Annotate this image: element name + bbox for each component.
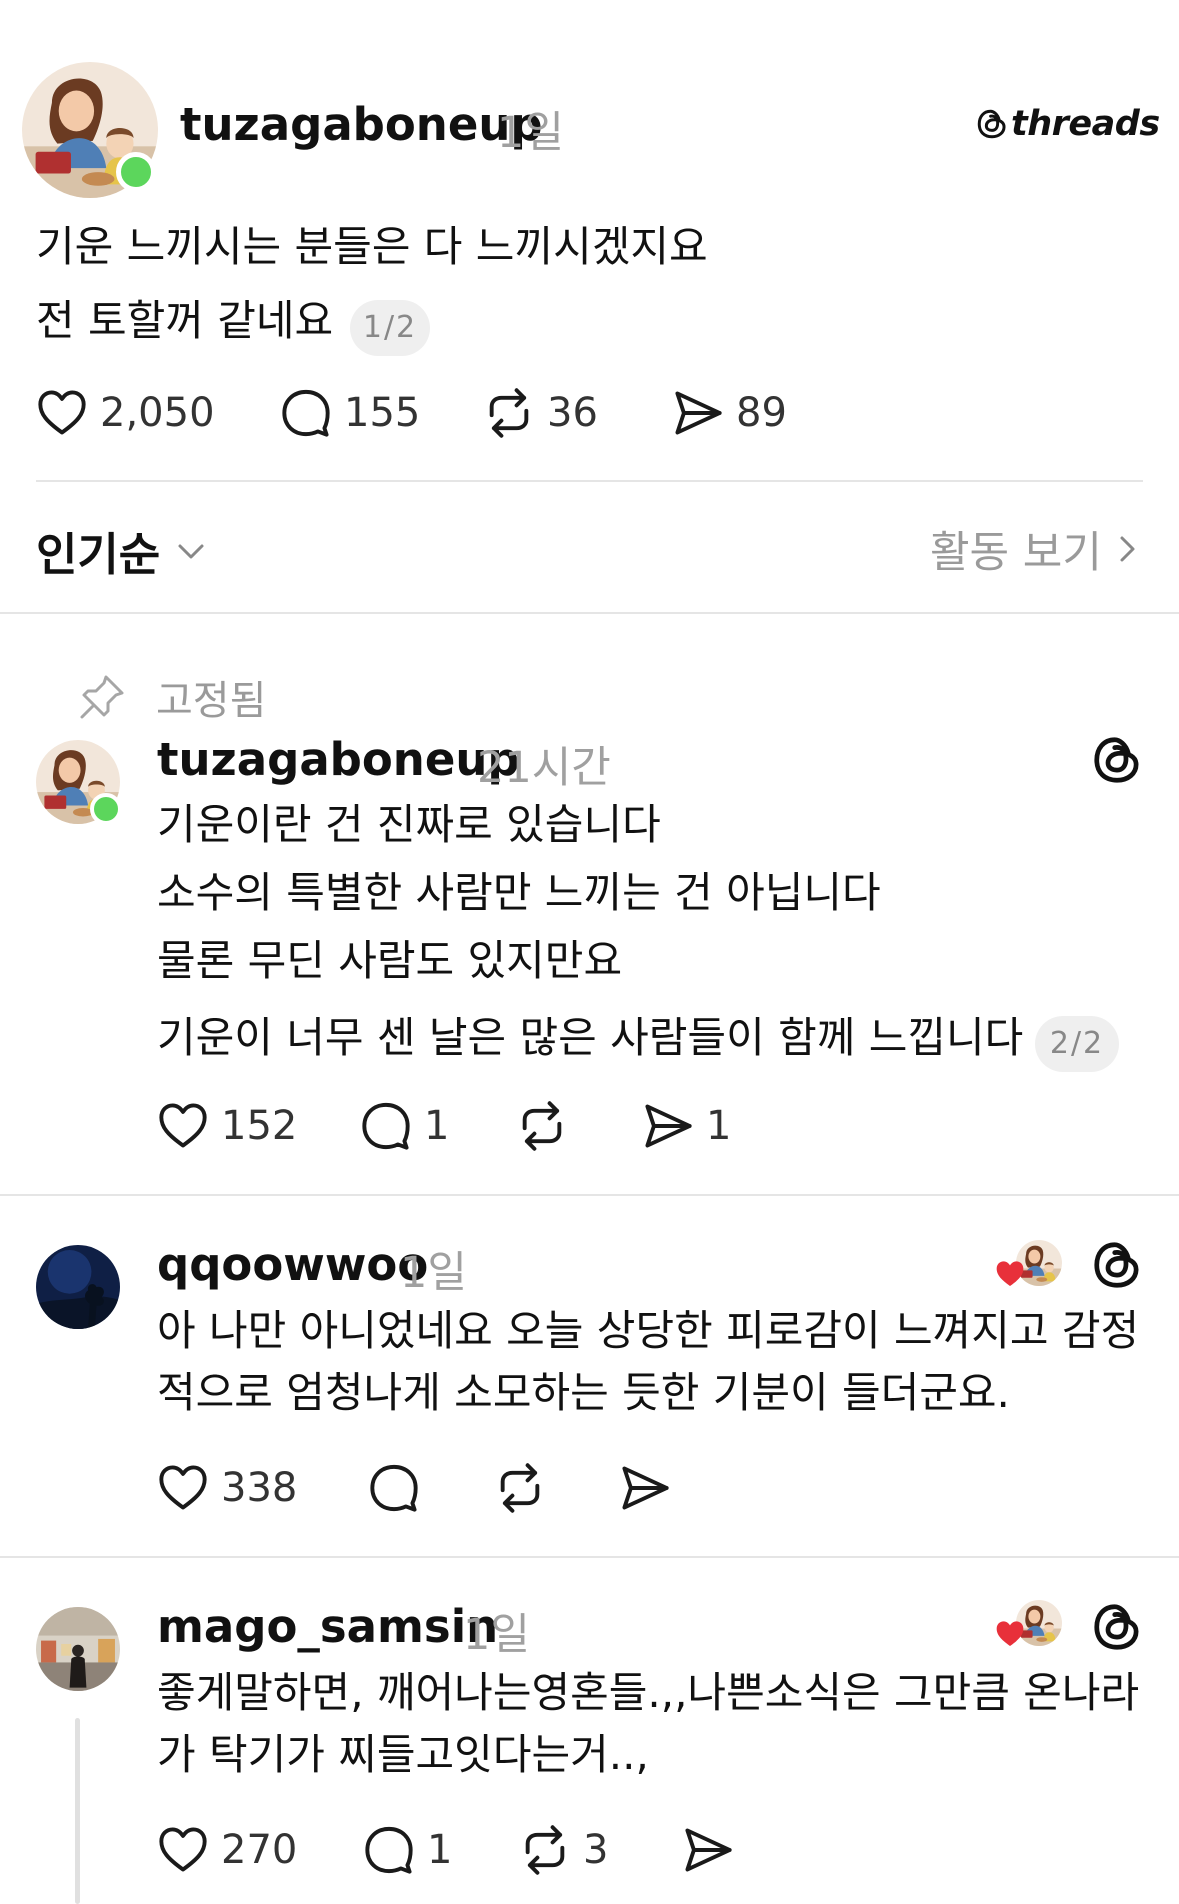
reply-text-line-3: 물론 무딘 사람도 있지만요: [157, 936, 623, 985]
pin-icon: [78, 673, 126, 721]
threads-brand-label: threads: [1011, 104, 1160, 144]
reply-username[interactable]: tuzagaboneup: [157, 733, 520, 786]
reply-avatar[interactable]: [36, 1607, 120, 1691]
reply-username[interactable]: qqoowwoo: [157, 1238, 428, 1291]
comment-button[interactable]: 1: [363, 1824, 452, 1876]
repost-button[interactable]: 3: [519, 1824, 608, 1876]
pinned-indicator: 고정됨: [78, 668, 266, 726]
heart-icon: [157, 1100, 209, 1152]
post-text-line-1: 기운 느끼시는 분들은 다 느끼시겠지요: [36, 222, 708, 271]
like-count: 270: [221, 1827, 298, 1873]
online-indicator: [116, 152, 156, 192]
repost-icon: [494, 1462, 546, 1514]
like-count: 2,050: [100, 390, 215, 436]
threads-logo-icon[interactable]: [1090, 1600, 1144, 1654]
like-count: 152: [221, 1103, 298, 1149]
thread-line: [75, 1718, 80, 1904]
repost-count: 3: [583, 1827, 609, 1873]
repost-count: 36: [547, 390, 598, 436]
page-indicator: 2/2: [1035, 1016, 1119, 1072]
heart-icon: [157, 1462, 209, 1514]
reply-time: 21시간: [477, 743, 611, 793]
comment-button[interactable]: [368, 1462, 432, 1514]
post-username[interactable]: tuzagaboneup: [180, 98, 543, 151]
repost-button[interactable]: [516, 1100, 580, 1152]
liked-by-author: [994, 1240, 1064, 1292]
like-button[interactable]: 338: [157, 1462, 297, 1514]
threads-brand[interactable]: threads: [975, 104, 1160, 144]
comment-icon: [280, 387, 332, 439]
reply-text-line-2: 가 탁기가 찌들고잇다는거..,: [157, 1730, 649, 1779]
repost-icon: [516, 1100, 568, 1152]
post-text-line-2: 전 토할꺼 같네요: [36, 296, 334, 345]
threads-logo-icon[interactable]: [1090, 733, 1144, 787]
share-icon: [619, 1462, 671, 1514]
reply-text-line-4: 기운이 너무 센 날은 많은 사람들이 함께 느낍니다: [157, 1013, 1024, 1062]
comment-icon: [360, 1100, 412, 1152]
share-icon: [672, 387, 724, 439]
divider: [0, 612, 1179, 614]
comment-count: 1: [424, 1103, 450, 1149]
heart-icon: [996, 1621, 1024, 1646]
share-icon: [642, 1100, 694, 1152]
like-button[interactable]: 270: [157, 1824, 297, 1876]
comment-count: 155: [344, 390, 421, 436]
page-indicator: 1/2: [350, 300, 430, 356]
heart-icon: [36, 387, 88, 439]
reply-username[interactable]: mago_samsin: [157, 1600, 498, 1653]
like-button[interactable]: 152: [157, 1100, 297, 1152]
chevron-down-icon: [178, 544, 204, 558]
repost-icon: [483, 387, 535, 439]
heart-icon: [996, 1261, 1024, 1286]
reply-text-line-1: 아 나만 아니었네요 오늘 상당한 피로감이 느껴지고 감정: [157, 1306, 1140, 1355]
comment-count: 1: [427, 1827, 453, 1873]
comment-icon: [363, 1824, 415, 1876]
chevron-right-icon: [1120, 536, 1135, 562]
comment-icon: [368, 1462, 420, 1514]
activity-label: 활동 보기: [930, 528, 1102, 578]
pinned-label: 고정됨: [156, 678, 267, 724]
like-button[interactable]: 2,050: [36, 387, 215, 439]
divider: [0, 1194, 1179, 1196]
reply-time: 1일: [463, 1610, 530, 1660]
reply-avatar[interactable]: [36, 1245, 120, 1329]
reply-time: 1일: [400, 1248, 467, 1298]
activity-link[interactable]: 활동 보기: [930, 518, 1144, 580]
share-count: 1: [706, 1103, 732, 1149]
share-button[interactable]: 1: [642, 1100, 731, 1152]
share-button[interactable]: [619, 1462, 683, 1514]
repost-button[interactable]: 36: [483, 387, 598, 439]
liked-by-author: [994, 1600, 1064, 1652]
like-count: 338: [221, 1465, 298, 1511]
post-time: 1일: [497, 108, 564, 158]
threads-logo-icon: [975, 107, 1009, 141]
reply-text-line-1: 기운이란 건 진짜로 있습니다: [157, 800, 661, 849]
sort-dropdown[interactable]: 인기순: [36, 518, 208, 583]
repost-icon: [519, 1824, 571, 1876]
reply-text-line-2: 소수의 특별한 사람만 느끼는 건 아닙니다: [157, 868, 881, 917]
reply-text-line-1: 좋게말하면, 깨어나는영혼들.,,나쁜소식은 그만큼 온나라: [157, 1668, 1140, 1717]
sort-label: 인기순: [36, 528, 161, 581]
reply-text-line-2: 적으로 엄청나게 소모하는 듯한 기분이 들더군요.: [157, 1368, 1010, 1417]
share-icon: [682, 1824, 734, 1876]
heart-icon: [157, 1824, 209, 1876]
divider: [36, 480, 1143, 482]
comment-button[interactable]: 1: [360, 1100, 449, 1152]
share-button[interactable]: [682, 1824, 746, 1876]
threads-logo-icon[interactable]: [1090, 1238, 1144, 1292]
online-indicator: [90, 793, 122, 825]
share-count: 89: [736, 390, 787, 436]
share-button[interactable]: 89: [672, 387, 787, 439]
comment-button[interactable]: 155: [280, 387, 420, 439]
divider: [0, 1556, 1179, 1558]
repost-button[interactable]: [494, 1462, 558, 1514]
